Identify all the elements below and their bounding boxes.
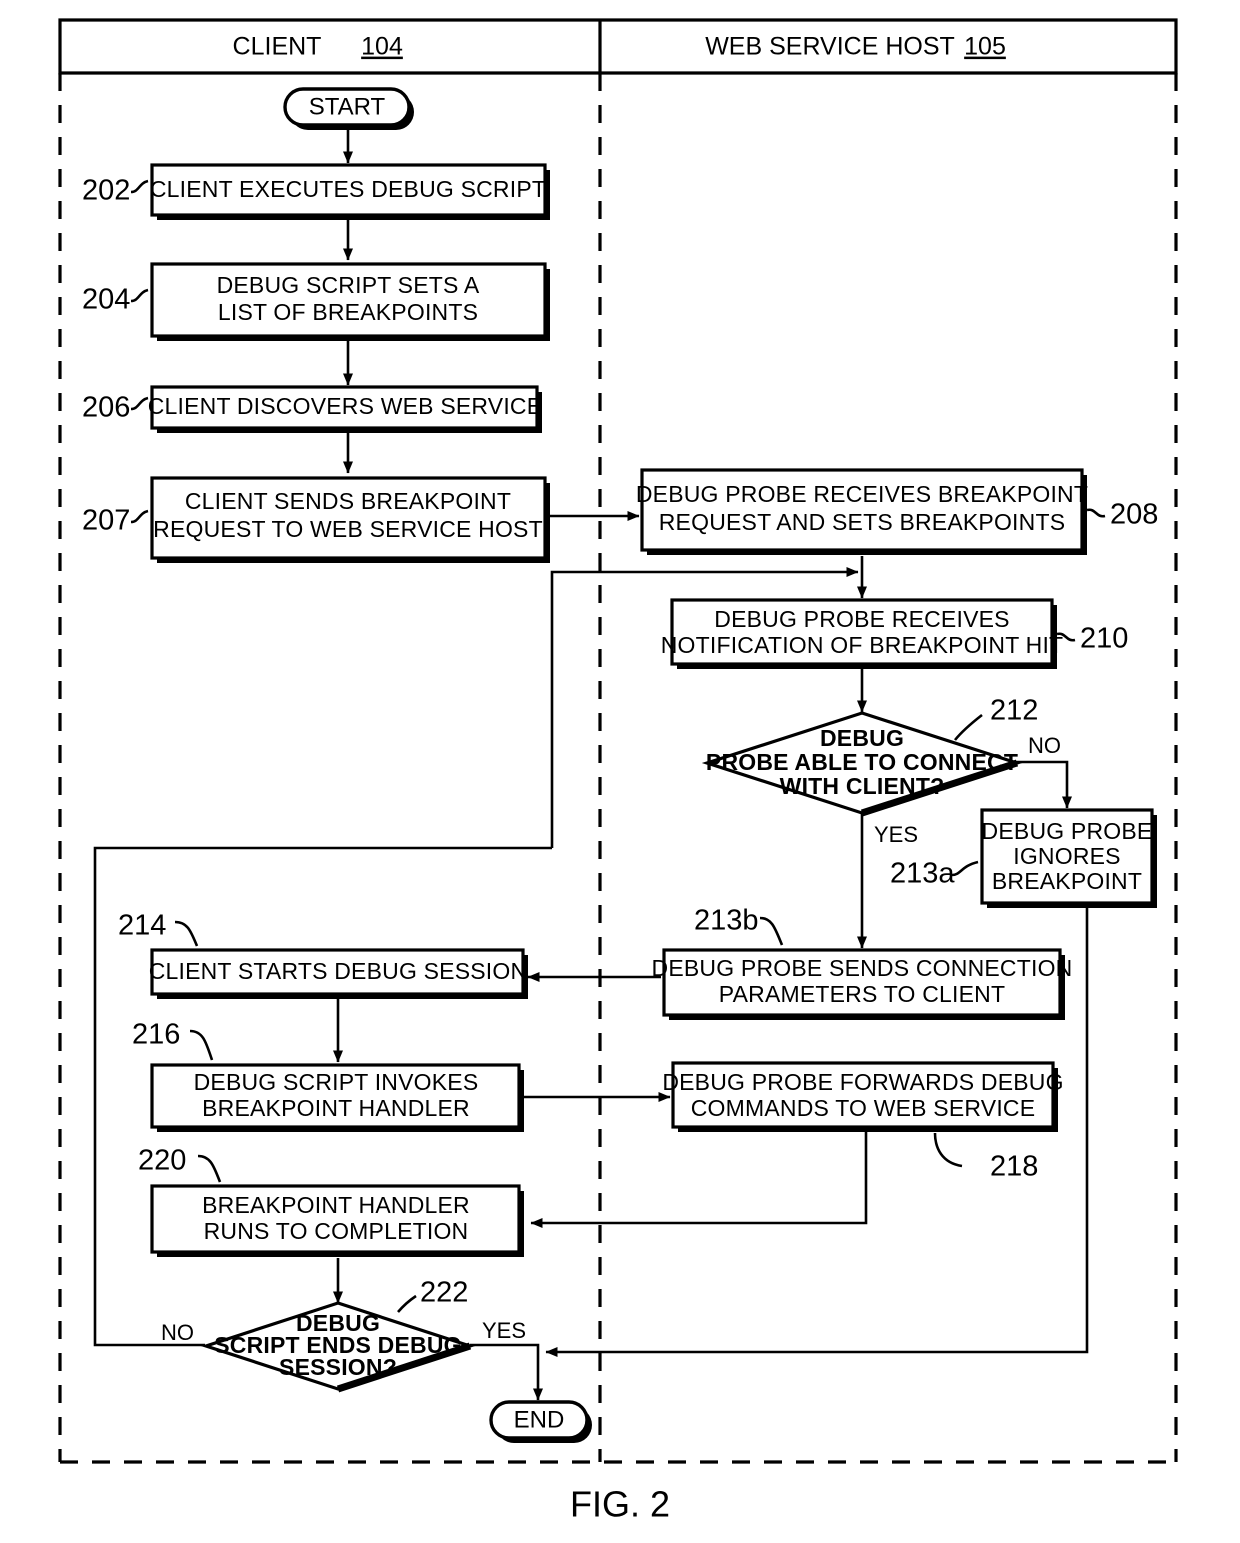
- node-206-line-1: CLIENT DISCOVERS WEB SERVICE: [148, 393, 543, 419]
- node-213a-line-2: IGNORES: [1013, 843, 1120, 869]
- node-213b-line-2: PARAMETERS TO CLIENT: [719, 981, 1005, 1007]
- ref-210-label: 210: [1080, 623, 1128, 655]
- terminal-start: START: [283, 87, 414, 130]
- ref-222: 222: [397, 1277, 468, 1313]
- ref-220: 220: [138, 1145, 222, 1183]
- lane-header-client: CLIENT 104: [233, 33, 403, 61]
- edge-label-212-no: NO: [1028, 733, 1061, 758]
- node-202: CLIENT EXECUTES DEBUG SCRIPT: [150, 163, 550, 220]
- node-210-line-2: NOTIFICATION OF BREAKPOINT HIT: [661, 632, 1064, 658]
- ref-208: 208: [1086, 499, 1158, 531]
- node-202-line-1: CLIENT EXECUTES DEBUG SCRIPT: [150, 176, 546, 202]
- ref-202-label: 202: [82, 175, 130, 207]
- node-204-line-1: DEBUG SCRIPT SETS A: [217, 272, 480, 298]
- figure-caption: FIG. 2: [570, 1484, 670, 1525]
- node-212-line-3: WITH CLIENT?: [780, 773, 945, 799]
- node-213b: DEBUG PROBE SENDS CONNECTION PARAMETERS …: [652, 948, 1073, 1020]
- ref-216: 216: [132, 1019, 214, 1061]
- ref-207-label: 207: [82, 505, 130, 537]
- ref-214: 214: [118, 910, 199, 947]
- ref-213a-label: 213a: [890, 858, 955, 890]
- ref-218: 218: [933, 1132, 1038, 1183]
- node-208-line-2: REQUEST AND SETS BREAKPOINTS: [659, 509, 1066, 535]
- patent-figure: CLIENT 104 WEB SERVICE HOST 105 START CL…: [0, 0, 1240, 1543]
- edge-label-222-no: NO: [161, 1320, 194, 1345]
- node-210: DEBUG PROBE RECEIVES NOTIFICATION OF BRE…: [661, 598, 1064, 669]
- node-220-line-2: RUNS TO COMPLETION: [204, 1218, 469, 1244]
- terminal-start-label: START: [309, 93, 386, 120]
- node-214-line-1: CLIENT STARTS DEBUG SESSION: [149, 958, 528, 984]
- node-213a-line-1: DEBUG PROBE: [982, 818, 1153, 844]
- node-213a-line-3: BREAKPOINT: [992, 868, 1142, 894]
- node-218: DEBUG PROBE FORWARDS DEBUG COMMANDS TO W…: [662, 1061, 1063, 1132]
- node-213b-line-1: DEBUG PROBE SENDS CONNECTION: [652, 955, 1073, 981]
- node-212: DEBUG PROBE ABLE TO CONNECT WITH CLIENT?: [701, 711, 1023, 817]
- ref-210: 210: [1056, 623, 1128, 655]
- ref-213b: 213b: [694, 905, 784, 946]
- ref-213b-label: 213b: [694, 905, 759, 937]
- node-210-line-1: DEBUG PROBE RECEIVES: [714, 606, 1009, 632]
- node-218-line-2: COMMANDS TO WEB SERVICE: [691, 1095, 1036, 1121]
- lane-ref-client: 104: [361, 33, 403, 61]
- ref-206-label: 206: [82, 392, 130, 424]
- ref-220-label: 220: [138, 1145, 186, 1177]
- ref-213a: 213a: [890, 858, 979, 890]
- edge-label-212-yes: YES: [874, 822, 918, 847]
- lane-title-client: CLIENT: [233, 33, 322, 61]
- edge-label-222-yes: YES: [482, 1318, 526, 1343]
- ref-212-label: 212: [990, 695, 1038, 727]
- ref-204-label: 204: [82, 284, 130, 316]
- ref-207: 207: [82, 505, 149, 537]
- ref-216-label: 216: [132, 1019, 180, 1051]
- ref-214-label: 214: [118, 910, 166, 942]
- terminal-end-label: END: [514, 1406, 565, 1433]
- ref-202: 202: [82, 175, 149, 207]
- ref-208-label: 208: [1110, 499, 1158, 531]
- node-207: CLIENT SENDS BREAKPOINT REQUEST TO WEB S…: [150, 476, 550, 563]
- node-212-line-2: PROBE ABLE TO CONNECT: [706, 749, 1018, 775]
- lane-title-host: WEB SERVICE HOST: [705, 33, 955, 61]
- node-216-line-1: DEBUG SCRIPT INVOKES: [194, 1069, 479, 1095]
- node-218-line-1: DEBUG PROBE FORWARDS DEBUG: [662, 1069, 1063, 1095]
- node-206: CLIENT DISCOVERS WEB SERVICE: [148, 385, 543, 433]
- terminal-end: END: [489, 1400, 592, 1443]
- lane-ref-host: 105: [964, 33, 1006, 61]
- node-208-line-1: DEBUG PROBE RECEIVES BREAKPOINT: [636, 481, 1088, 507]
- node-207-line-2: REQUEST TO WEB SERVICE HOST: [153, 516, 543, 542]
- ref-206: 206: [82, 392, 149, 424]
- node-213a: DEBUG PROBE IGNORES BREAKPOINT: [980, 808, 1157, 908]
- node-214: CLIENT STARTS DEBUG SESSION: [149, 948, 528, 999]
- ref-218-label: 218: [990, 1151, 1038, 1183]
- flowchart-canvas: CLIENT 104 WEB SERVICE HOST 105 START CL…: [58, 18, 1178, 1525]
- node-216: DEBUG SCRIPT INVOKES BREAKPOINT HANDLER: [150, 1063, 524, 1132]
- ref-204: 204: [82, 284, 149, 316]
- lane-header-web-service-host: WEB SERVICE HOST 105: [705, 33, 1006, 61]
- node-204: DEBUG SCRIPT SETS A LIST OF BREAKPOINTS: [150, 262, 550, 341]
- ref-212: 212: [953, 695, 1038, 741]
- node-216-line-2: BREAKPOINT HANDLER: [202, 1095, 470, 1121]
- ref-222-label: 222: [420, 1277, 468, 1309]
- node-220: BREAKPOINT HANDLER RUNS TO COMPLETION: [150, 1184, 524, 1257]
- node-220-line-1: BREAKPOINT HANDLER: [202, 1192, 470, 1218]
- node-222-line-3: SESSION?: [279, 1354, 397, 1380]
- node-212-line-1: DEBUG: [820, 725, 904, 751]
- node-222: DEBUG SCRIPT ENDS DEBUG SESSION?: [200, 1301, 476, 1393]
- node-208: DEBUG PROBE RECEIVES BREAKPOINT REQUEST …: [636, 468, 1088, 555]
- node-207-line-1: CLIENT SENDS BREAKPOINT: [185, 488, 511, 514]
- node-204-line-2: LIST OF BREAKPOINTS: [218, 299, 478, 325]
